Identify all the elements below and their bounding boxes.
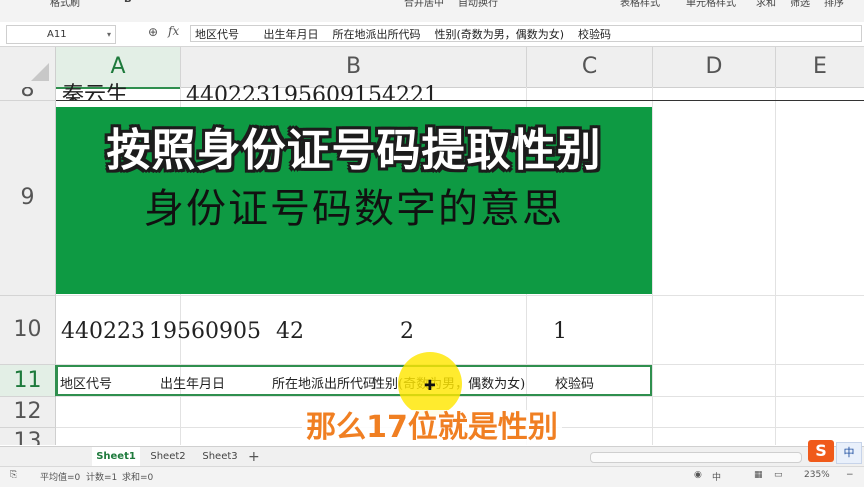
- sheet-tab-bar: Sheet1 Sheet2 Sheet3 +: [0, 446, 864, 469]
- cell-style-button[interactable]: 单元格样式: [686, 0, 736, 9]
- horizontal-scrollbar[interactable]: [590, 452, 802, 463]
- cell-a10-birth[interactable]: 19560905: [149, 319, 261, 344]
- zoom-out-icon[interactable]: −: [846, 470, 854, 480]
- chevron-down-icon[interactable]: ▾: [67, 26, 111, 43]
- cell-a10-region[interactable]: 440223: [61, 319, 145, 344]
- gridline: [56, 295, 864, 296]
- wrap-text-button[interactable]: 自动换行: [458, 0, 498, 9]
- sum-button[interactable]: 求和: [756, 0, 776, 9]
- status-bar: ⎘ 平均值=0 计数=1 求和=0 ◉ 中 ▦ ▭ 235% −: [0, 466, 864, 487]
- format-painter-button[interactable]: 格式刷: [50, 0, 80, 9]
- page-view-icon[interactable]: ▭: [774, 470, 783, 480]
- sort-button[interactable]: 排序: [824, 0, 844, 9]
- column-header-d[interactable]: D: [653, 47, 776, 88]
- status-doc-icon: ⎘: [10, 470, 18, 480]
- normal-view-icon[interactable]: ▦: [754, 470, 763, 480]
- insert-function-icon[interactable]: fx: [168, 24, 179, 38]
- gridline: [775, 87, 776, 445]
- cell-cursor-icon: ✚: [424, 378, 436, 394]
- cell-a8[interactable]: 秦云生: [62, 77, 128, 100]
- bold-button[interactable]: B: [124, 0, 132, 5]
- corner-triangle-icon: [31, 63, 49, 81]
- name-box[interactable]: A11 ▾: [6, 25, 116, 44]
- filter-button[interactable]: 筛选: [790, 0, 810, 9]
- cell-b8[interactable]: 440223195609154221: [186, 77, 438, 100]
- sogou-logo-icon: S: [808, 440, 834, 462]
- eye-icon[interactable]: ◉: [694, 470, 702, 480]
- row-header-9[interactable]: 9: [0, 101, 56, 296]
- column-header-e[interactable]: E: [776, 47, 864, 88]
- status-sum: 求和=0: [122, 473, 154, 483]
- cell-c10[interactable]: 1: [553, 319, 567, 344]
- status-count: 计数=1: [86, 473, 118, 483]
- ribbon-toolbar: 格式刷 B 合并居中 自动换行 表格样式 单元格样式 求和 筛选 排序: [0, 0, 864, 23]
- status-average: 平均值=0: [40, 473, 81, 483]
- formula-input[interactable]: 地区代号 出生年月日 所在地派出所代码 性别(奇数为男，偶数为女) 校验码: [190, 25, 862, 42]
- tab-sheet2[interactable]: Sheet2: [144, 447, 192, 467]
- name-box-value: A11: [47, 29, 67, 40]
- add-sheet-button[interactable]: +: [248, 447, 260, 467]
- cell-border: [56, 100, 864, 101]
- formula-bar: A11 ▾ ⊕ fx 地区代号 出生年月日 所在地派出所代码 性别(奇数为男，偶…: [0, 22, 864, 47]
- row-header-8[interactable]: 8: [0, 87, 56, 101]
- cell-a10-police[interactable]: 42: [276, 319, 304, 344]
- gridline: [56, 396, 864, 397]
- overlay-subtitle: 身份证号码数字的意思: [144, 186, 564, 232]
- video-caption: 那么17位就是性别: [0, 402, 864, 446]
- gridline: [652, 87, 653, 445]
- status-input-mode[interactable]: 中: [712, 470, 721, 483]
- video-caption-text: 那么17位就是性别: [302, 410, 562, 445]
- ime-language-button[interactable]: 中: [836, 442, 862, 464]
- zoom-search-icon[interactable]: ⊕: [148, 25, 158, 39]
- merge-center-button[interactable]: 合并居中: [404, 0, 444, 9]
- cell-b10[interactable]: 2: [400, 319, 414, 344]
- row-header-10[interactable]: 10: [0, 296, 56, 365]
- overlay-title: 按照身份证号码提取性别: [106, 125, 602, 176]
- status-zoom[interactable]: 235%: [804, 470, 830, 480]
- table-style-button[interactable]: 表格样式: [620, 0, 660, 9]
- column-header-c[interactable]: C: [527, 47, 653, 88]
- select-all-corner[interactable]: [0, 47, 56, 88]
- selected-range: [56, 365, 652, 396]
- tab-sheet3[interactable]: Sheet3: [196, 447, 244, 467]
- row-header-11[interactable]: 11: [0, 365, 57, 397]
